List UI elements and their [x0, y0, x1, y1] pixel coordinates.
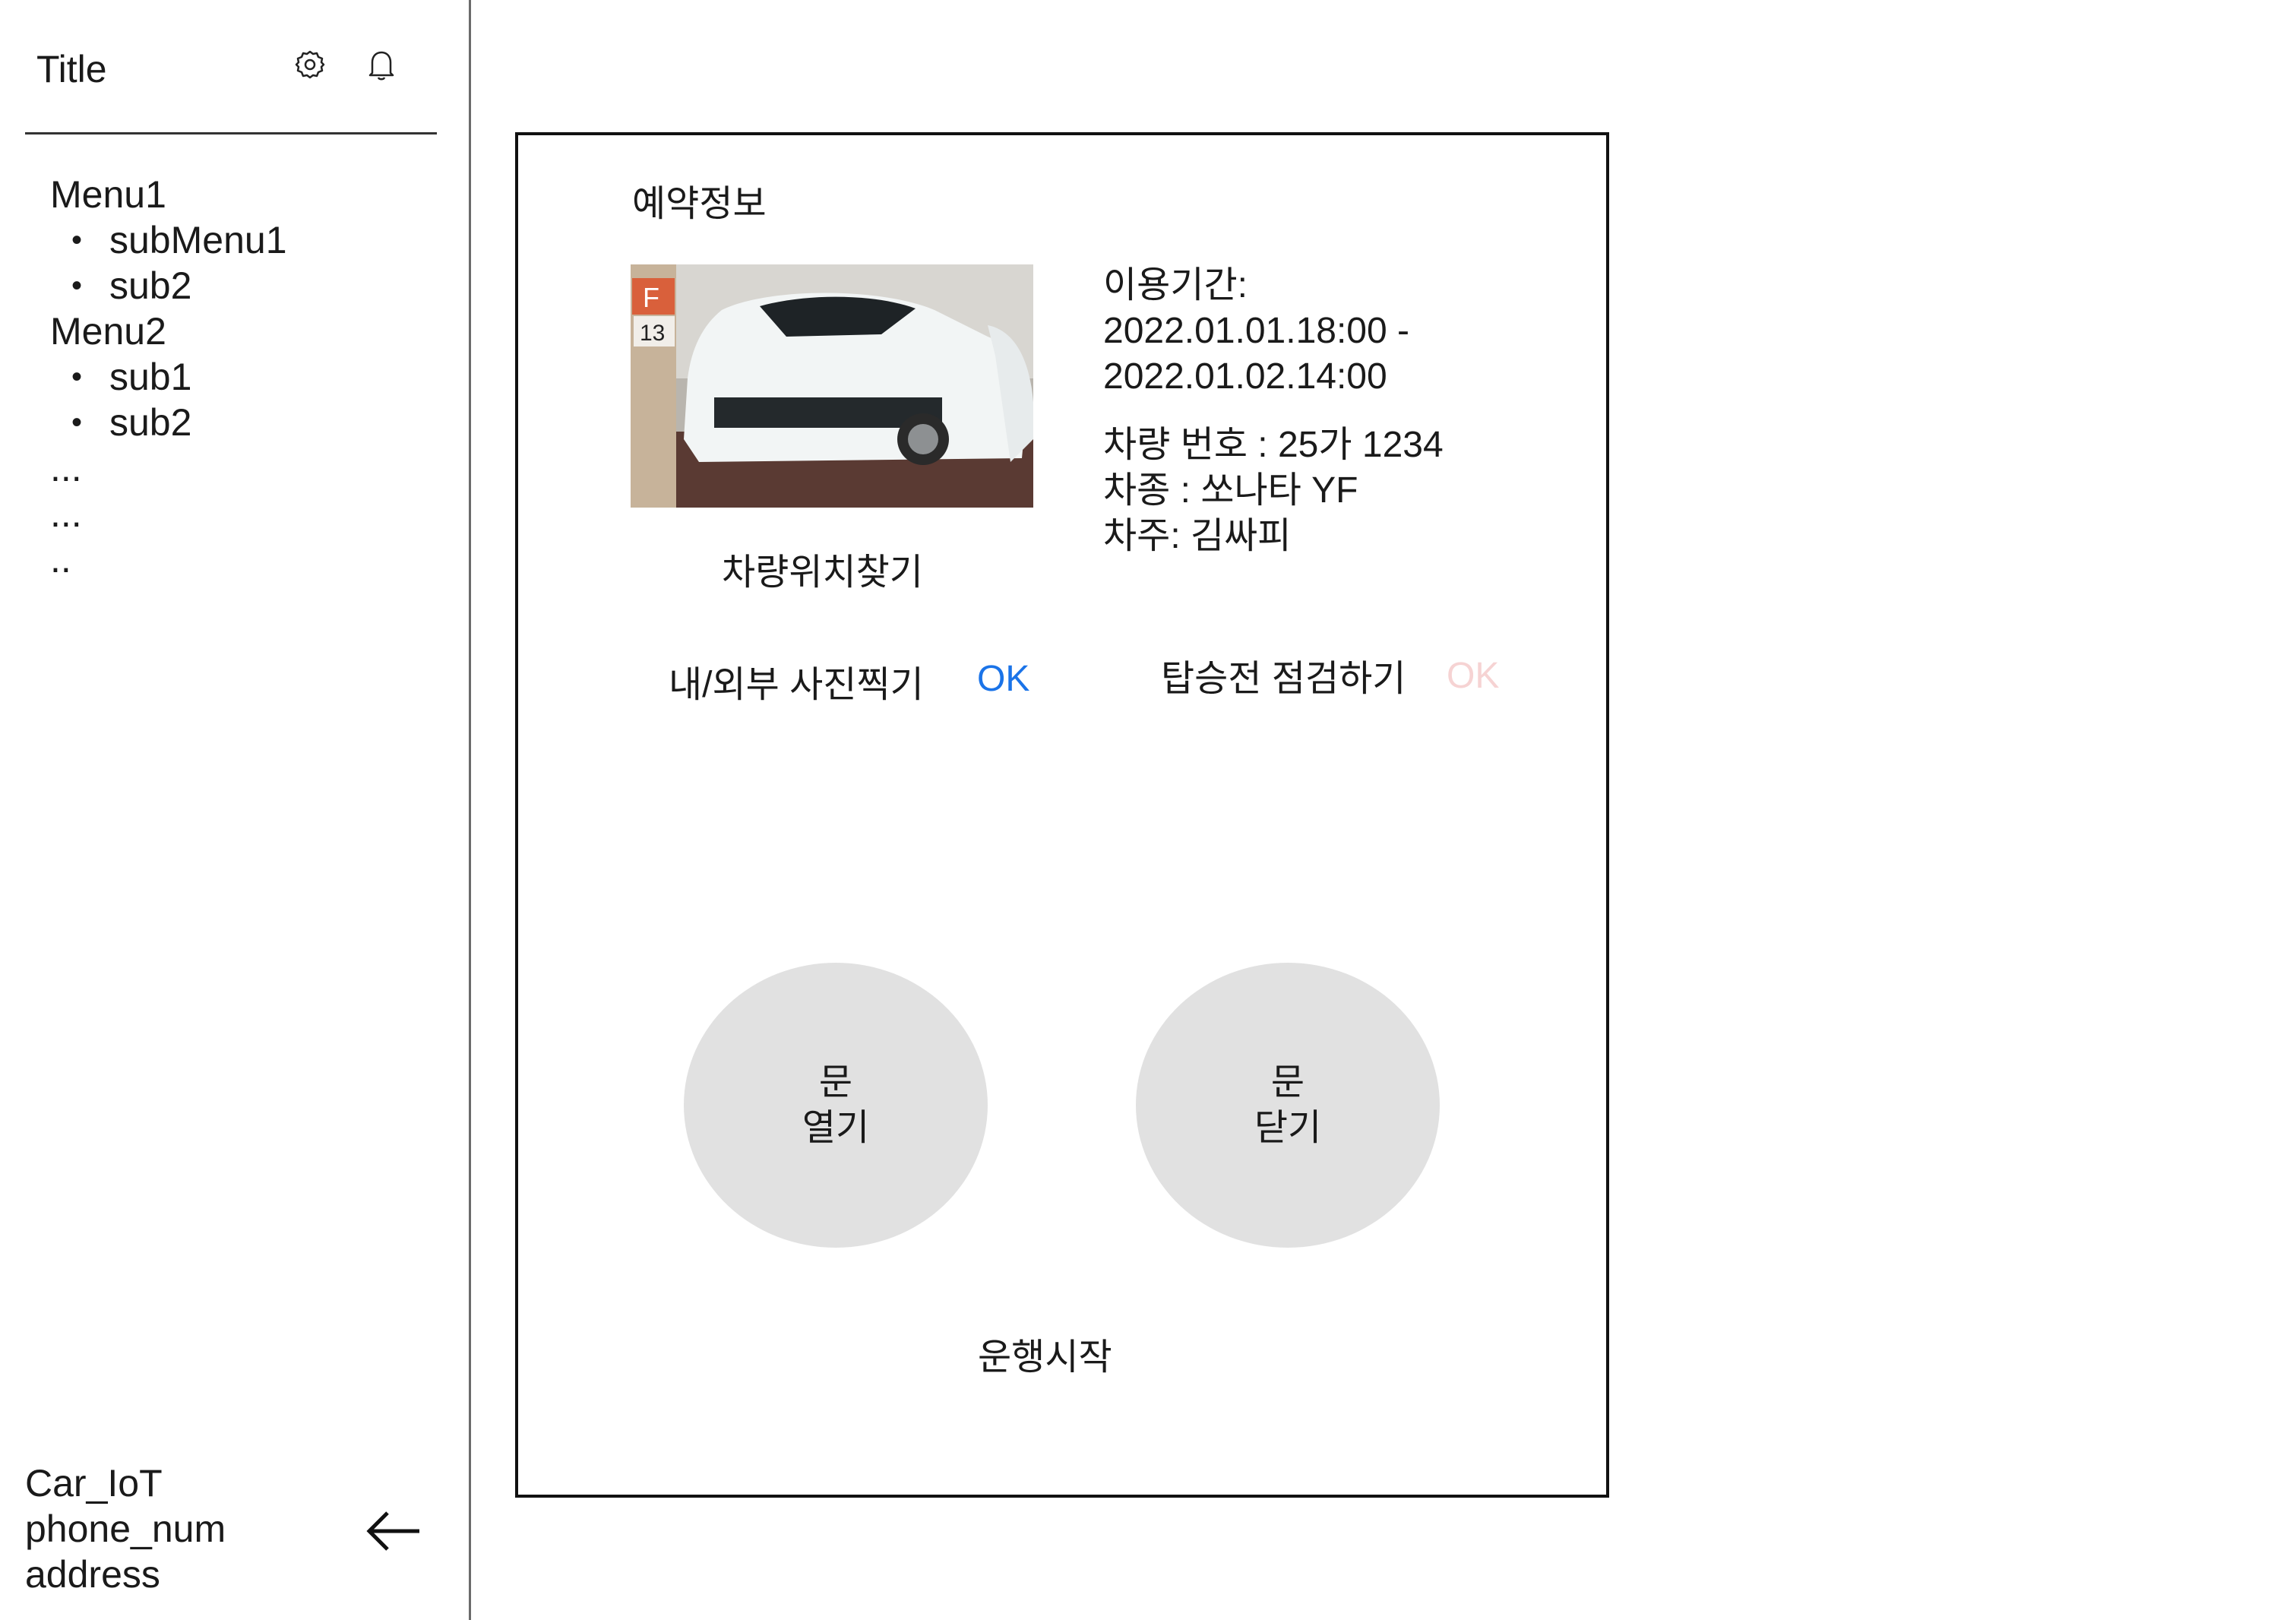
- sidebar-footer: Car_IoT phone_num address: [25, 1460, 226, 1597]
- vehicle-owner: 차주: 김싸피: [1103, 516, 1292, 556]
- submenu-item[interactable]: subMenu1: [50, 217, 287, 263]
- gear-icon[interactable]: [291, 46, 329, 84]
- footer-phone: phone_num: [25, 1508, 226, 1550]
- period-start: 2022.01.01.18:00 -: [1103, 311, 1410, 351]
- footer-app-name: Car_IoT: [25, 1462, 163, 1505]
- rental-period: 이용기간: 2022.01.01.18:00 - 2022.01.02.14:0…: [1103, 263, 1409, 400]
- open-door-label-1: 문: [818, 1062, 853, 1103]
- photo-task-button[interactable]: 내/외부 사진찍기: [669, 654, 924, 707]
- pre-ride-check-ok-status: OK: [1447, 656, 1500, 696]
- open-door-label-2: 열기: [802, 1107, 870, 1148]
- app-title: Title: [36, 48, 107, 90]
- submenu-item[interactable]: sub1: [50, 354, 287, 400]
- car-photo: F 13: [631, 264, 1033, 508]
- reservation-heading: 예약정보: [632, 184, 767, 224]
- back-arrow-icon[interactable]: [365, 1508, 422, 1554]
- submenu-item[interactable]: sub2: [50, 263, 287, 308]
- svg-text:F: F: [643, 282, 659, 313]
- pre-ride-check-button[interactable]: 탑승전 점검하기: [1161, 648, 1406, 701]
- period-end: 2022.01.02.14:00: [1103, 356, 1387, 397]
- menu-ellipsis: ..: [50, 538, 71, 581]
- menu-ellipsis: ...: [50, 492, 82, 535]
- start-drive-button[interactable]: 운행시작: [978, 1327, 1112, 1380]
- close-door-button[interactable]: 문 닫기: [1136, 963, 1440, 1248]
- find-car-location-button[interactable]: 차량위치찾기: [722, 542, 923, 595]
- vehicle-model: 차종 : 쏘나타 YF: [1103, 470, 1358, 511]
- bell-icon[interactable]: [362, 46, 400, 84]
- menu-item-menu1[interactable]: Menu1: [50, 172, 287, 217]
- footer-address: address: [25, 1553, 160, 1596]
- sidebar-menu: Menu1 subMenu1 sub2 Menu2 sub1 sub2 ... …: [50, 172, 287, 582]
- svg-text:13: 13: [640, 321, 665, 346]
- open-door-button[interactable]: 문 열기: [684, 963, 988, 1248]
- vehicle-plate: 차량 번호 : 25가 1234: [1103, 425, 1444, 465]
- close-door-label-1: 문: [1270, 1062, 1305, 1103]
- photo-task-ok-status: OK: [977, 659, 1030, 699]
- vehicle-info: 차량 번호 : 25가 1234 차종 : 쏘나타 YF 차주: 김싸피: [1103, 422, 1444, 559]
- menu-item-menu2[interactable]: Menu2: [50, 308, 287, 354]
- sidebar: Title Menu1 subMenu1 sub2 Menu2 sub1 sub…: [0, 0, 471, 1620]
- menu-ellipsis: ...: [50, 447, 82, 489]
- submenu-item[interactable]: sub2: [50, 400, 287, 445]
- sidebar-divider: [25, 132, 437, 134]
- close-door-label-2: 닫기: [1254, 1107, 1322, 1148]
- period-label: 이용기간:: [1103, 265, 1248, 305]
- reservation-panel: 예약정보 F 13 차량위치찾기 이용기간: 2022.01.01.18:00 …: [515, 132, 1609, 1498]
